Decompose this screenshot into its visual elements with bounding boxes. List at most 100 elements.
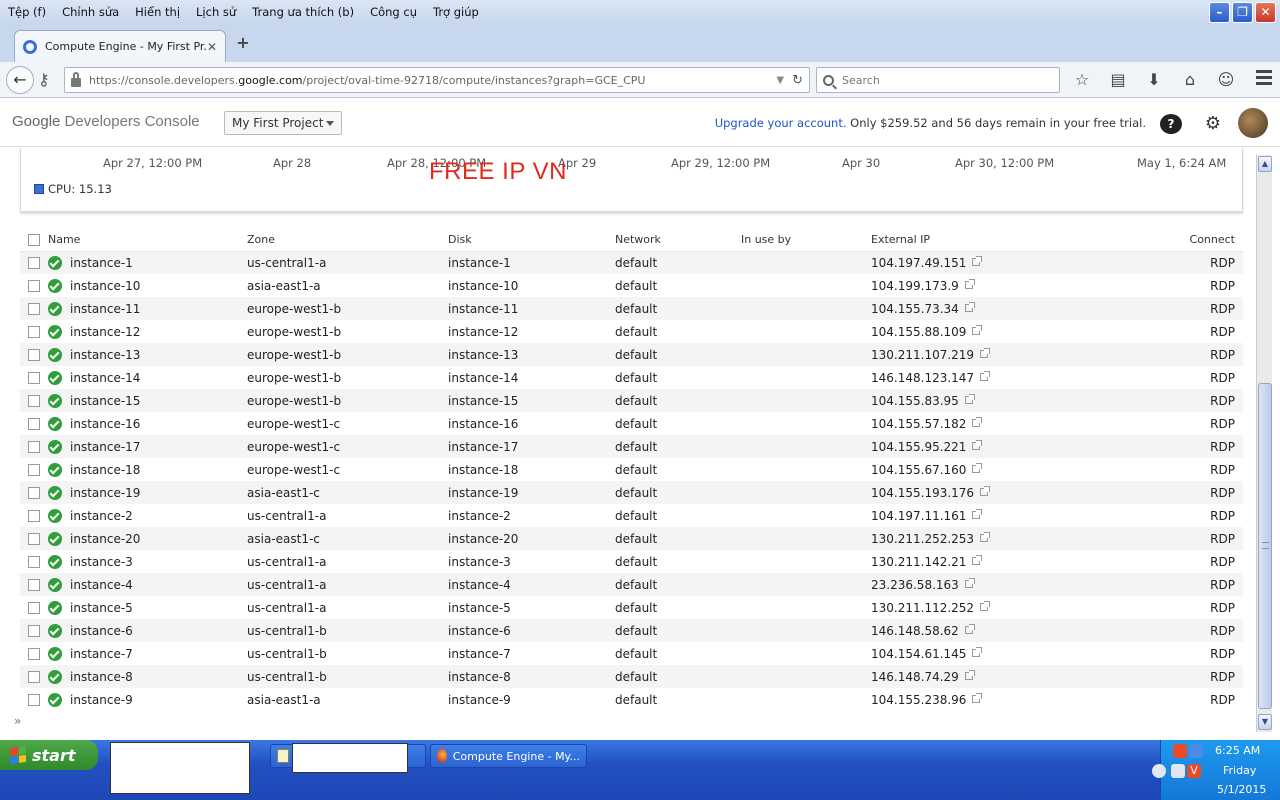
disk-cell[interactable]: instance-8 <box>448 665 615 688</box>
rdp-button[interactable]: RDP <box>1210 440 1235 454</box>
rdp-button[interactable]: RDP <box>1210 647 1235 661</box>
table-row[interactable]: instance-19 asia-east1-c instance-19 defaul… <box>20 481 1243 504</box>
antivirus-icon[interactable]: V <box>1187 764 1201 778</box>
rdp-button[interactable]: RDP <box>1210 532 1235 546</box>
row-checkbox[interactable] <box>28 280 40 292</box>
header-zone[interactable]: Zone <box>247 228 448 252</box>
header-name[interactable]: Name <box>48 228 247 252</box>
close-window-icon[interactable]: ✕ <box>1255 2 1276 23</box>
table-row[interactable]: instance-11 europe-west1-b instance-11 defa… <box>20 297 1243 320</box>
disk-cell[interactable]: instance-14 <box>448 366 615 389</box>
row-checkbox[interactable] <box>28 349 40 361</box>
rdp-button[interactable]: RDP <box>1210 578 1235 592</box>
rdp-button[interactable]: RDP <box>1210 693 1235 707</box>
scroll-down-icon[interactable]: ▼ <box>1258 714 1272 730</box>
external-link-icon[interactable] <box>980 370 991 381</box>
tray-app-icon[interactable] <box>1173 744 1187 758</box>
row-checkbox[interactable] <box>28 395 40 407</box>
home-icon[interactable]: ⌂ <box>1178 68 1202 92</box>
row-checkbox[interactable] <box>28 487 40 499</box>
url-dropdown-icon[interactable]: ▼ <box>776 75 784 86</box>
instance-name-link[interactable]: instance-3 <box>70 550 247 573</box>
console-logo[interactable]: Google Developers Console <box>12 113 200 130</box>
header-external-ip[interactable]: External IP <box>871 228 1151 252</box>
instance-name-link[interactable]: instance-4 <box>70 573 247 596</box>
external-link-icon[interactable] <box>972 462 983 473</box>
table-row[interactable]: instance-10 asia-east1-a instance-10 defaul… <box>20 274 1243 297</box>
instance-name-link[interactable]: instance-13 <box>70 343 247 366</box>
network-cell[interactable]: default <box>615 458 741 481</box>
menu-item[interactable]: Lịch sử <box>188 5 244 19</box>
expand-sidebar-icon[interactable]: » <box>14 714 21 728</box>
external-link-icon[interactable] <box>972 508 983 519</box>
network-cell[interactable]: default <box>615 665 741 688</box>
instance-name-link[interactable]: instance-18 <box>70 458 247 481</box>
smiley-feedback-icon[interactable]: ☺ <box>1214 68 1238 92</box>
select-all-checkbox[interactable] <box>28 233 40 246</box>
taskbar-firefox-task[interactable]: Compute Engine - My... <box>430 744 587 768</box>
row-checkbox[interactable] <box>28 648 40 660</box>
disk-cell[interactable]: instance-12 <box>448 320 615 343</box>
table-row[interactable]: instance-12 europe-west1-b instance-12 defa… <box>20 320 1243 343</box>
table-row[interactable]: instance-20 asia-east1-c instance-20 defaul… <box>20 527 1243 550</box>
key-icon[interactable]: ⚷ <box>38 70 50 89</box>
header-network[interactable]: Network <box>615 228 741 252</box>
instance-name-link[interactable]: instance-17 <box>70 435 247 458</box>
header-disk[interactable]: Disk <box>448 228 615 252</box>
instance-name-link[interactable]: instance-5 <box>70 596 247 619</box>
external-link-icon[interactable] <box>980 485 991 496</box>
instance-name-link[interactable]: instance-12 <box>70 320 247 343</box>
scroll-up-icon[interactable]: ▲ <box>1258 156 1272 172</box>
row-checkbox[interactable] <box>28 326 40 338</box>
minimize-icon[interactable]: – <box>1209 2 1230 23</box>
tab-close-icon[interactable]: ✕ <box>207 40 217 54</box>
row-checkbox[interactable] <box>28 602 40 614</box>
disk-cell[interactable]: instance-20 <box>448 527 615 550</box>
bookmarks-list-icon[interactable]: ▤ <box>1106 68 1130 92</box>
row-checkbox[interactable] <box>28 533 40 545</box>
start-button[interactable]: start <box>0 740 98 770</box>
scrollbar-thumb[interactable] <box>1258 383 1272 709</box>
rdp-button[interactable]: RDP <box>1210 555 1235 569</box>
table-row[interactable]: instance-4 us-central1-a instance-4 default… <box>20 573 1243 596</box>
network-cell[interactable]: default <box>615 274 741 297</box>
external-link-icon[interactable] <box>964 278 975 289</box>
instance-name-link[interactable]: instance-10 <box>70 274 247 297</box>
rdp-button[interactable]: RDP <box>1210 348 1235 362</box>
rdp-button[interactable]: RDP <box>1210 394 1235 408</box>
external-link-icon[interactable] <box>972 692 983 703</box>
network-cell[interactable]: default <box>615 435 741 458</box>
external-link-icon[interactable] <box>980 600 991 611</box>
row-checkbox[interactable] <box>28 303 40 315</box>
search-input[interactable] <box>842 73 1042 87</box>
external-link-icon[interactable] <box>972 324 983 335</box>
rdp-button[interactable]: RDP <box>1210 371 1235 385</box>
tab-compute-engine[interactable]: Compute Engine - My First Pr... ✕ <box>14 30 226 62</box>
disk-cell[interactable]: instance-17 <box>448 435 615 458</box>
upgrade-account-link[interactable]: Upgrade your account. <box>715 116 847 130</box>
table-row[interactable]: instance-13 europe-west1-b instance-13 defa… <box>20 343 1243 366</box>
instance-name-link[interactable]: instance-6 <box>70 619 247 642</box>
disk-cell[interactable]: instance-7 <box>448 642 615 665</box>
network-cell[interactable]: default <box>615 297 741 320</box>
instance-name-link[interactable]: instance-11 <box>70 297 247 320</box>
url-text[interactable]: https://console.developers.google.com/pr… <box>89 74 776 87</box>
network-cell[interactable]: default <box>615 596 741 619</box>
disk-cell[interactable]: instance-19 <box>448 481 615 504</box>
row-checkbox[interactable] <box>28 625 40 637</box>
row-checkbox[interactable] <box>28 441 40 453</box>
rdp-button[interactable]: RDP <box>1210 302 1235 316</box>
feedback-icon[interactable]: ? <box>1160 114 1182 134</box>
instance-name-link[interactable]: instance-19 <box>70 481 247 504</box>
header-in-use-by[interactable]: In use by <box>741 228 871 252</box>
disk-cell[interactable]: instance-9 <box>448 688 615 711</box>
network-icon[interactable] <box>1189 744 1203 758</box>
volume-icon[interactable] <box>1171 764 1185 778</box>
table-row[interactable]: instance-15 europe-west1-b instance-15 defa… <box>20 389 1243 412</box>
maximize-icon[interactable]: ❐ <box>1232 2 1253 23</box>
address-bar[interactable]: https://console.developers.google.com/pr… <box>64 67 810 93</box>
rdp-button[interactable]: RDP <box>1210 624 1235 638</box>
disk-cell[interactable]: instance-3 <box>448 550 615 573</box>
rdp-button[interactable]: RDP <box>1210 325 1235 339</box>
external-link-icon[interactable] <box>972 255 983 266</box>
